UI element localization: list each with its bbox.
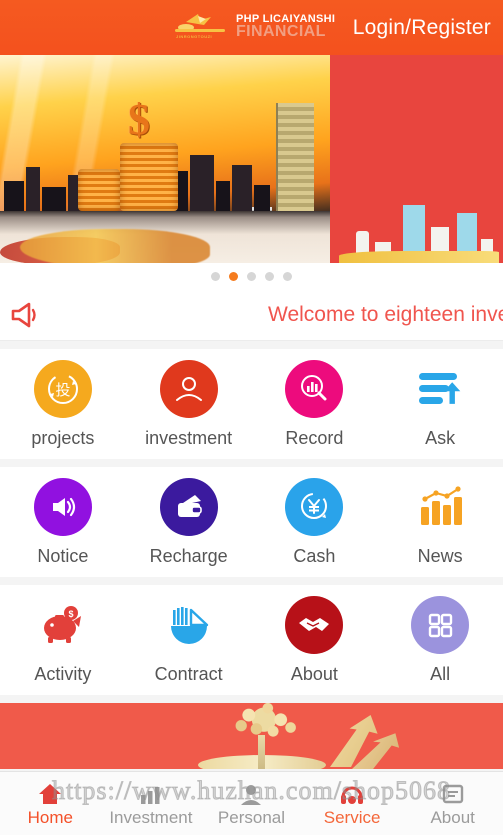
logo-subtext: JINRONGTOUZI [176,33,213,39]
tab-service[interactable]: Service [302,772,403,835]
grid-squares-circle-icon [411,595,470,654]
grid-item-investment[interactable]: investment [126,349,252,459]
notice-bar[interactable]: Welcome to eighteen investment [0,289,503,341]
dollar-sign-icon: $ [128,95,150,144]
carousel-dot[interactable] [265,271,274,281]
grid-row: 投 projects investment Record Ask [0,349,503,459]
bird-logo-icon: JINRONGTOUZI [175,11,230,45]
chart-icon [138,780,164,806]
grid-row: Notice Recharge Cash News [0,467,503,577]
notice-text: Welcome to eighteen investment [268,302,503,326]
grid-item-label: Recharge [149,545,228,566]
tab-label: Home [27,807,73,827]
tab-label: Investment [109,807,193,827]
coin-stack-small [78,169,120,211]
carousel-dot[interactable] [211,271,220,281]
carousel-dot-active[interactable] [229,271,238,281]
grid-row: $ Activity Contract About All [0,585,503,695]
grid-item-label: Ask [425,427,456,448]
carousel-dots[interactable] [0,263,503,289]
grid-item-notice[interactable]: Notice [0,467,126,577]
tab-label: About [430,807,475,827]
coin-stack-large [120,143,178,211]
grid-item-label: projects [31,427,95,448]
megaphone-icon [0,301,52,329]
grid-item-label: Activity [34,663,92,684]
grid-item-recharge[interactable]: Recharge [126,467,252,577]
carousel-dot[interactable] [283,271,292,281]
gold-ground [339,251,499,263]
grid-item-label: investment [145,427,233,448]
grid-item-all[interactable]: All [377,585,503,695]
pie-chart-icon [160,596,218,654]
grid-item-label: All [430,663,451,684]
illustrated-skyline [339,193,499,263]
carousel-dot[interactable] [247,271,256,281]
search-chart-circle-icon [285,359,344,418]
piggy-bank-icon: $ [34,596,92,654]
app-root: JINRONGTOUZI PHP LICAIYANSHI FINANCIAL L… [0,0,503,835]
info-icon [440,780,466,806]
tab-label: Personal [217,807,286,827]
brand-text: PHP LICAIYANSHI FINANCIAL [236,13,335,41]
svg-text:$: $ [68,609,73,619]
carousel-slide-city-coins[interactable]: $ [0,55,330,263]
person-circle-icon [159,359,218,418]
feature-grid-2: Notice Recharge Cash News [0,467,503,577]
person-icon [238,780,264,806]
grid-item-label: Record [285,427,344,448]
grid-item-label: About [290,663,338,684]
grid-item-cash[interactable]: Cash [252,467,378,577]
wallet-circle-icon [159,477,218,536]
grid-item-about[interactable]: About [252,585,378,695]
yen-circle-icon [285,477,344,536]
logo-bar [175,28,225,32]
grid-item-label: Notice [37,545,89,566]
road-foreground [0,211,330,263]
login-register-button[interactable]: Login/Register [353,16,491,40]
money-tree-banner[interactable] [0,703,503,769]
grid-item-record[interactable]: Record [252,349,378,459]
list-upload-icon [411,360,469,418]
headset-icon [339,780,365,806]
svg-text:投: 投 [55,381,70,399]
home-icon [37,780,63,806]
grid-item-label: Cash [293,545,336,566]
tab-investment[interactable]: Investment [101,772,202,835]
brand-name-line2: FINANCIAL [236,23,326,41]
grid-item-activity[interactable]: $ Activity [0,585,126,695]
invest-char-circle-icon: 投 [33,359,92,418]
grid-item-news[interactable]: News [377,467,503,577]
feature-grid: 投 projects investment Record Ask [0,349,503,459]
carousel-slide-red-panel[interactable] [330,55,503,263]
banner-carousel[interactable]: $ [0,55,503,263]
grid-item-contract[interactable]: Contract [126,585,252,695]
bar-chart-icon [411,478,469,536]
app-header: JINRONGTOUZI PHP LICAIYANSHI FINANCIAL L… [0,0,503,55]
grid-item-label: Contract [154,663,223,684]
speaker-circle-icon [33,477,92,536]
grid-item-ask[interactable]: Ask [377,349,503,459]
tab-label: Service [323,807,381,827]
tab-home[interactable]: Home [0,772,101,835]
brand-logo[interactable]: JINRONGTOUZI PHP LICAIYANSHI FINANCIAL [175,11,335,45]
gold-ribbon [20,229,210,263]
feature-grid-3: $ Activity Contract About All [0,585,503,695]
grid-item-projects[interactable]: 投 projects [0,349,126,459]
tree-crown [226,703,302,745]
tab-personal[interactable]: Personal [201,772,302,835]
bottom-tab-bar: Home Investment Personal Service About [0,771,503,835]
grid-item-label: News [417,545,463,566]
tab-about[interactable]: About [402,772,503,835]
handshake-circle-icon [285,595,344,654]
